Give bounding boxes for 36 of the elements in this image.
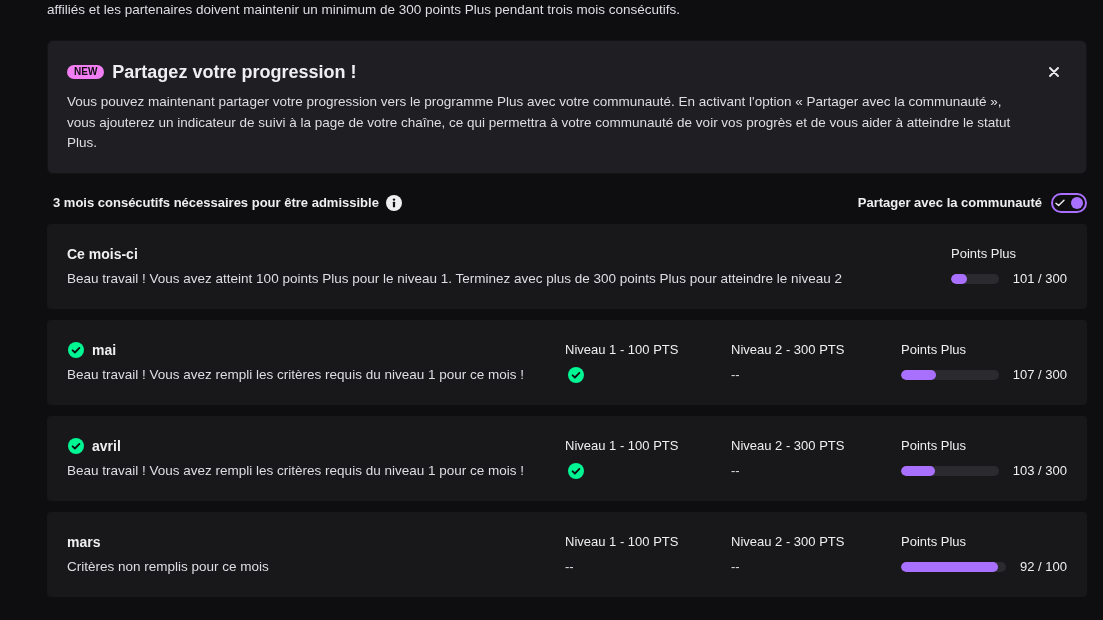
points-label: Points Plus: [901, 532, 968, 551]
new-badge: NEW: [67, 65, 105, 79]
check-icon: [1055, 198, 1065, 207]
level-value: --: [731, 557, 740, 576]
level-label: Niveau 1 - 100 PTS: [565, 532, 680, 551]
month-title: mai: [92, 340, 117, 360]
share-label: Partager avec la communauté: [857, 193, 1042, 212]
level-label: Niveau 2 - 300 PTS: [731, 340, 846, 359]
month-message: Beau travail ! Vous avez atteint 100 points Plus pour le niveau 1. Terminez avec plus de 300 points Plus pour atteindre le niveau 2: [67, 269, 843, 288]
month-title: mars: [67, 532, 101, 552]
close-icon: [1049, 67, 1059, 77]
info-icon[interactable]: [385, 194, 402, 211]
points-reading: 101 / 300: [1012, 269, 1067, 288]
level-label: Niveau 2 - 300 PTS: [731, 436, 846, 455]
month-message: Beau travail ! Vous avez rempli les critères requis du niveau 1 pour ce mois !: [67, 365, 525, 384]
requirement-text: 3 mois consécutifs nécessaires pour être admissible: [53, 193, 379, 212]
level-label: Niveau 1 - 100 PTS: [565, 340, 680, 359]
month-message: Beau travail ! Vous avez rempli les critères requis du niveau 1 pour ce mois !: [67, 461, 525, 480]
announcement-title: Partagez votre progression !: [112, 61, 358, 84]
points-label: Points Plus: [951, 244, 1018, 263]
announcement-text: Vous pouvez maintenant partager votre progression vers le programme Plus avec votre communauté. En activant l'option « Partager avec la communauté », vous ajouterez un indicateur de suivi à la page de votre chaîne, ce qui permettra à votre communauté de voir vos progrès et de vous aider à atteindre le statut Plus.: [67, 93, 1012, 152]
month-title: avril: [92, 436, 121, 456]
level-label: Niveau 1 - 100 PTS: [565, 436, 680, 455]
month-message: Critères non remplis pour ce mois: [67, 557, 270, 576]
month-title: Ce mois-ci: [67, 244, 139, 264]
points-label: Points Plus: [901, 340, 968, 359]
points-reading: 92 / 100: [1020, 557, 1067, 576]
share-toggle[interactable]: [1051, 192, 1087, 213]
intro-text: affiliés et les partenaires doivent maintenir un minimum de 300 points Plus pendant trois mois consécutifs.: [47, 1, 682, 19]
level-value: --: [565, 557, 574, 576]
points-label: Points Plus: [901, 436, 968, 455]
level-value: --: [731, 365, 740, 384]
points-reading: 107 / 300: [1012, 365, 1067, 384]
level-value: --: [731, 461, 740, 480]
points-reading: 103 / 300: [1012, 461, 1067, 480]
level-label: Niveau 2 - 300 PTS: [731, 532, 846, 551]
